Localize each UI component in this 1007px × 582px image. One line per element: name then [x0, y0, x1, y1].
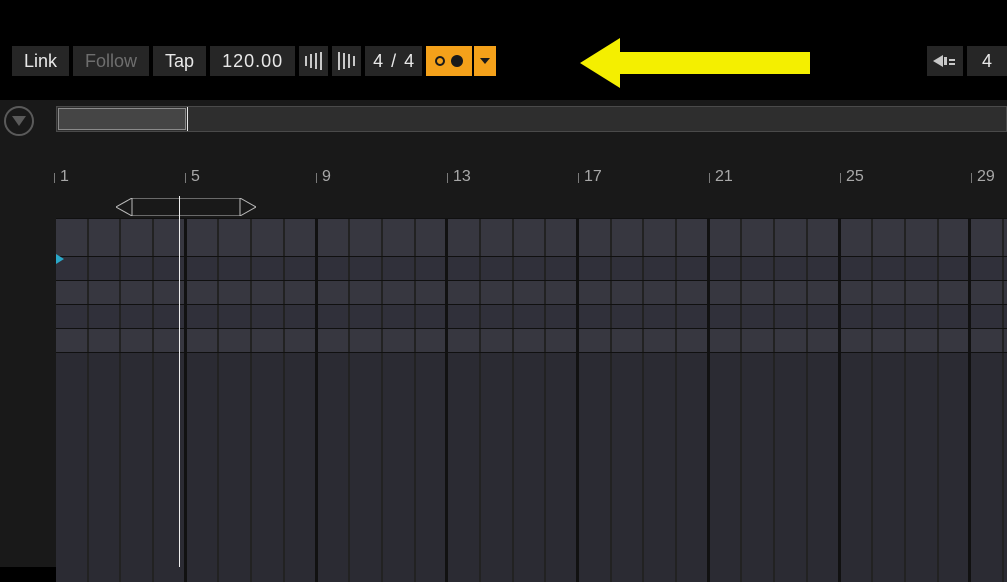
ruler-tick: 13 — [453, 168, 471, 186]
triangle-down-icon — [12, 116, 26, 126]
midi-arrow-icon — [933, 53, 957, 69]
beat-ruler[interactable]: 1 5 9 13 17 21 25 29 — [56, 168, 1007, 196]
track-row[interactable] — [56, 218, 1007, 256]
time-signature[interactable]: 4 / 4 — [365, 46, 422, 76]
arrangement-playhead[interactable] — [179, 196, 180, 567]
nudge-up-button[interactable] — [332, 46, 361, 76]
ruler-tick: 17 — [584, 168, 602, 186]
loop-brace[interactable] — [56, 198, 1007, 218]
arrangement-grid[interactable] — [56, 218, 1007, 567]
arrangement-overview[interactable] — [56, 106, 1007, 132]
sig-denominator: 4 — [404, 51, 414, 72]
nudge-down-button[interactable] — [299, 46, 328, 76]
metronome-beat-open-icon — [435, 56, 445, 66]
metronome-beat-fill-icon — [451, 55, 463, 67]
right-controls: 4 — [927, 46, 1007, 76]
bar-position-display[interactable]: 4 — [967, 46, 1007, 76]
follow-button[interactable]: Follow — [73, 46, 149, 76]
track-row[interactable] — [56, 352, 1007, 582]
sig-separator: / — [391, 51, 396, 72]
sig-numerator: 4 — [373, 51, 383, 72]
metronome-button[interactable] — [426, 46, 472, 76]
track-row[interactable] — [56, 304, 1007, 328]
midi-capture-button[interactable] — [927, 46, 963, 76]
ruler-tick: 21 — [715, 168, 733, 186]
overview-viewport[interactable] — [58, 108, 186, 130]
link-button[interactable]: Link — [12, 46, 69, 76]
ruler-tick: 29 — [977, 168, 995, 186]
chevron-down-icon — [480, 58, 490, 64]
track-fold-toggle[interactable] — [4, 106, 34, 136]
tap-tempo-button[interactable]: Tap — [153, 46, 206, 76]
track-row[interactable] — [56, 280, 1007, 304]
metronome-group — [426, 46, 496, 76]
ruler-tick: 25 — [846, 168, 864, 186]
nudge-up-icon — [338, 52, 355, 70]
ruler-tick: 9 — [322, 168, 331, 186]
ruler-tick: 1 — [60, 168, 69, 186]
track-row[interactable] — [56, 328, 1007, 352]
tempo-field[interactable]: 120.00 — [210, 46, 295, 76]
ruler-tick: 5 — [191, 168, 200, 186]
transport-bar: Link Follow Tap 120.00 4 / 4 — [12, 46, 1007, 76]
metronome-menu-button[interactable] — [474, 46, 496, 76]
automation-marker-icon — [56, 254, 64, 264]
nudge-down-icon — [305, 52, 322, 70]
track-row[interactable] — [56, 256, 1007, 280]
overview-playhead — [187, 107, 188, 131]
